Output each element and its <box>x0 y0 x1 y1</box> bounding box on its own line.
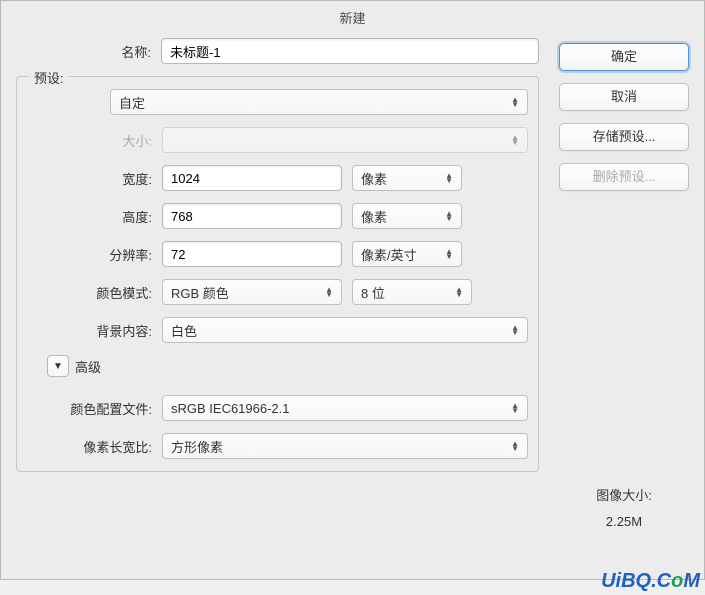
pixelratio-label: 像素长宽比: <box>17 437 162 456</box>
colorprofile-select[interactable]: sRGB IEC61966-2.1 ▲▼ <box>162 395 528 421</box>
chevron-down-icon: ▼ <box>53 361 63 372</box>
size-row: 大小: ▲▼ <box>17 127 538 153</box>
resolution-row: 分辨率: 像素/英寸 ▲▼ <box>17 241 538 267</box>
chevron-updown-icon: ▲▼ <box>511 403 519 413</box>
height-label: 高度: <box>17 207 162 226</box>
name-row: 名称: <box>16 38 539 64</box>
colormode-label: 颜色模式: <box>17 283 162 302</box>
preset-label: 预设: <box>29 68 69 87</box>
advanced-toggle-row: ▼ 高级 <box>47 355 538 377</box>
image-size-label: 图像大小: <box>559 483 689 509</box>
resolution-label: 分辨率: <box>17 245 162 264</box>
dialog-content: 名称: 预设: 自定 ▲▼ 大小: ▲▼ <box>1 33 704 550</box>
width-input[interactable] <box>162 165 342 191</box>
chevron-updown-icon: ▲▼ <box>511 135 519 145</box>
colormode-value: RGB 颜色 <box>171 283 229 302</box>
bgcontent-row: 背景内容: 白色 ▲▼ <box>17 317 538 343</box>
pixelratio-value: 方形像素 <box>171 437 223 456</box>
image-size-info: 图像大小: 2.25M <box>559 483 689 535</box>
height-unit-select[interactable]: 像素 ▲▼ <box>352 203 462 229</box>
resolution-unit-value: 像素/英寸 <box>361 245 417 264</box>
advanced-label: 高级 <box>75 357 101 376</box>
colordepth-select[interactable]: 8 位 ▲▼ <box>352 279 472 305</box>
chevron-updown-icon: ▲▼ <box>445 211 453 221</box>
bgcontent-label: 背景内容: <box>17 321 162 340</box>
advanced-toggle-button[interactable]: ▼ <box>47 355 69 377</box>
name-input[interactable] <box>161 38 539 64</box>
height-row: 高度: 像素 ▲▼ <box>17 203 538 229</box>
pixelratio-select[interactable]: 方形像素 ▲▼ <box>162 433 528 459</box>
colormode-select[interactable]: RGB 颜色 ▲▼ <box>162 279 342 305</box>
delete-preset-button: 删除预设... <box>559 163 689 191</box>
pixelratio-row: 像素长宽比: 方形像素 ▲▼ <box>17 433 538 459</box>
width-unit-select[interactable]: 像素 ▲▼ <box>352 165 462 191</box>
size-select: ▲▼ <box>162 127 528 153</box>
chevron-updown-icon: ▲▼ <box>325 287 333 297</box>
resolution-input[interactable] <box>162 241 342 267</box>
colorprofile-label: 颜色配置文件: <box>17 399 162 418</box>
chevron-updown-icon: ▲▼ <box>511 97 519 107</box>
width-label: 宽度: <box>17 169 162 188</box>
preset-value: 自定 <box>119 93 145 112</box>
size-label: 大小: <box>17 131 162 150</box>
bgcontent-select[interactable]: 白色 ▲▼ <box>162 317 528 343</box>
resolution-unit-select[interactable]: 像素/英寸 ▲▼ <box>352 241 462 267</box>
save-preset-button[interactable]: 存储预设... <box>559 123 689 151</box>
height-unit-value: 像素 <box>361 207 387 226</box>
colormode-row: 颜色模式: RGB 颜色 ▲▼ 8 位 ▲▼ <box>17 279 538 305</box>
width-unit-value: 像素 <box>361 169 387 188</box>
image-size-value: 2.25M <box>559 509 689 535</box>
chevron-updown-icon: ▲▼ <box>455 287 463 297</box>
colorprofile-value: sRGB IEC61966-2.1 <box>171 401 290 416</box>
preset-select[interactable]: 自定 ▲▼ <box>110 89 528 115</box>
dialog-title: 新建 <box>1 1 704 33</box>
chevron-updown-icon: ▲▼ <box>511 441 519 451</box>
form-column: 名称: 预设: 自定 ▲▼ 大小: ▲▼ <box>16 38 539 535</box>
bgcontent-value: 白色 <box>171 321 197 340</box>
chevron-updown-icon: ▲▼ <box>511 325 519 335</box>
colorprofile-row: 颜色配置文件: sRGB IEC61966-2.1 ▲▼ <box>17 395 538 421</box>
height-input[interactable] <box>162 203 342 229</box>
cancel-button[interactable]: 取消 <box>559 83 689 111</box>
new-document-dialog: 新建 名称: 预设: 自定 ▲▼ 大小: <box>0 0 705 580</box>
name-label: 名称: <box>16 42 161 61</box>
chevron-updown-icon: ▲▼ <box>445 249 453 259</box>
width-row: 宽度: 像素 ▲▼ <box>17 165 538 191</box>
ok-button[interactable]: 确定 <box>559 43 689 71</box>
chevron-updown-icon: ▲▼ <box>445 173 453 183</box>
watermark: UiBQ.CoM <box>601 570 700 593</box>
button-column: 确定 取消 存储预设... 删除预设... 图像大小: 2.25M <box>559 38 689 535</box>
preset-fieldset: 预设: 自定 ▲▼ 大小: ▲▼ 宽度: <box>16 76 539 472</box>
colordepth-value: 8 位 <box>361 283 385 302</box>
